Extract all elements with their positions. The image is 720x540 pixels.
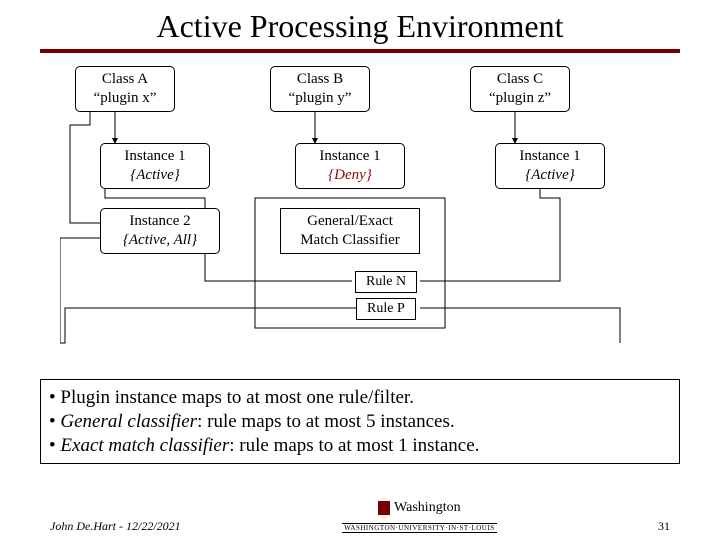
class-a-name: Class A — [84, 70, 166, 89]
class-c-plugin: “plugin z” — [479, 89, 561, 108]
class-b-plugin: “plugin y” — [279, 89, 361, 108]
shield-icon — [378, 501, 390, 515]
instance-b1-box: Instance 1 {Deny} — [295, 143, 405, 189]
university-name: Washington — [394, 500, 461, 516]
slide-title: Active Processing Environment — [0, 0, 720, 49]
instance-a1-label: Instance 1 — [109, 147, 201, 166]
classifier-box: General/Exact Match Classifier — [280, 208, 420, 254]
bullet-3: • Exact match classifier: rule maps to a… — [49, 434, 671, 458]
class-c-box: Class C “plugin z” — [470, 66, 570, 112]
bullet-2-rest: : rule maps to at most 5 instances. — [197, 411, 455, 432]
footer: John De.Hart - 12/22/2021 Washington WAS… — [0, 500, 720, 534]
bullet-3-rest: : rule maps to at most 1 instance. — [229, 435, 479, 456]
classifier-line2: Match Classifier — [289, 231, 411, 250]
bullet-3-em: Exact match classifier — [60, 435, 229, 456]
instance-c1-box: Instance 1 {Active} — [495, 143, 605, 189]
author-date: John De.Hart - 12/22/2021 — [50, 519, 181, 534]
instance-a1-state: {Active} — [109, 166, 201, 185]
university-sub: WASHINGTON·UNIVERSITY·IN·ST·LOUIS — [342, 523, 497, 533]
classifier-line1: General/Exact — [289, 212, 411, 231]
instance-a2-state: {Active, All} — [109, 231, 211, 250]
instance-a1-box: Instance 1 {Active} — [100, 143, 210, 189]
class-b-name: Class B — [279, 70, 361, 89]
footer-center: Washington WASHINGTON·UNIVERSITY·IN·ST·L… — [181, 500, 658, 534]
diagram: Class A “plugin x” Class B “plugin y” Cl… — [60, 63, 660, 373]
class-a-plugin: “plugin x” — [84, 89, 166, 108]
instance-c1-state: {Active} — [504, 166, 596, 185]
instance-a2-label: Instance 2 — [109, 212, 211, 231]
bullet-1: • Plugin instance maps to at most one ru… — [49, 386, 671, 410]
bullet-2-em: General classifier — [60, 411, 197, 432]
rule-n-box: Rule N — [355, 271, 417, 293]
bullet-list: • Plugin instance maps to at most one ru… — [40, 379, 680, 464]
rule-p-box: Rule P — [356, 298, 416, 320]
university-logo: Washington — [378, 500, 461, 516]
bullet-2: • General classifier: rule maps to at mo… — [49, 410, 671, 434]
class-b-box: Class B “plugin y” — [270, 66, 370, 112]
instance-a2-box: Instance 2 {Active, All} — [100, 208, 220, 254]
class-c-name: Class C — [479, 70, 561, 89]
class-a-box: Class A “plugin x” — [75, 66, 175, 112]
page-number: 31 — [658, 519, 670, 534]
bullet-2-prefix: • — [49, 411, 60, 432]
instance-b1-label: Instance 1 — [304, 147, 396, 166]
instance-b1-state: {Deny} — [304, 166, 396, 185]
title-underline — [40, 49, 680, 53]
instance-c1-label: Instance 1 — [504, 147, 596, 166]
bullet-3-prefix: • — [49, 435, 60, 456]
